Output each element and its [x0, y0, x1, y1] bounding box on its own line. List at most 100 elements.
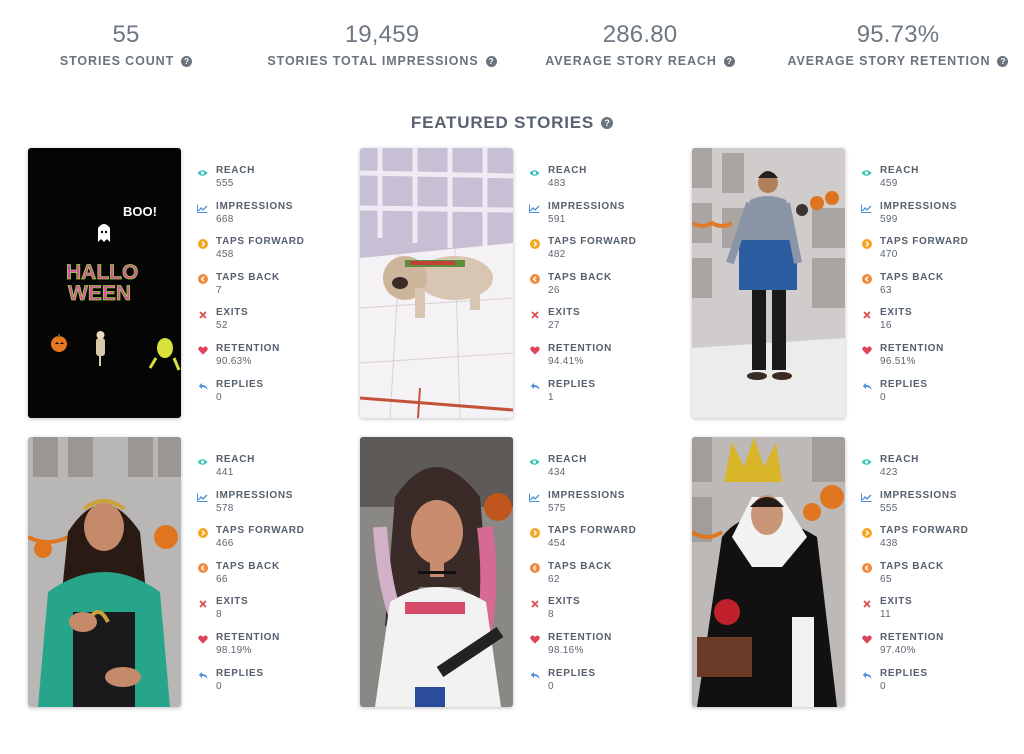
stat-taps-back: TAPS BACK 7 [196, 271, 331, 307]
kpi-value: 55 [112, 21, 140, 48]
stat-reach: REACH 441 [196, 453, 331, 489]
kpi-average-reach: 286.80 AVERAGE STORY REACH? [540, 20, 740, 68]
stat-value: 65 [880, 573, 892, 585]
reply-icon [861, 381, 872, 392]
arrow-back-icon [529, 563, 540, 574]
stat-taps-forward: TAPS FORWARD 482 [528, 235, 663, 271]
story-image-costume-harley [360, 437, 513, 707]
help-icon[interactable]: ? [997, 56, 1009, 67]
stat-taps-forward: TAPS FORWARD 470 [860, 235, 995, 271]
trend-chart-icon [529, 492, 540, 503]
stat-label: EXITS [548, 307, 581, 319]
stat-retention: RETENTION 94.41% [528, 342, 663, 378]
stat-label: REPLIES [880, 378, 928, 390]
help-icon[interactable]: ? [723, 56, 735, 67]
help-icon[interactable]: ? [485, 56, 497, 67]
stat-taps-forward: TAPS FORWARD 454 [528, 524, 663, 560]
story-thumbnail[interactable] [692, 148, 845, 418]
story-thumbnail[interactable] [28, 437, 181, 707]
story-thumbnail[interactable] [692, 437, 845, 707]
reply-icon [861, 670, 872, 681]
close-icon [861, 309, 872, 320]
stat-exits: EXITS 8 [196, 595, 331, 631]
stat-label: TAPS BACK [548, 271, 612, 283]
reply-icon [197, 381, 208, 392]
stat-replies: REPLIES 0 [196, 378, 331, 414]
stat-label: REACH [216, 165, 256, 176]
stat-taps-back: TAPS BACK 26 [528, 271, 663, 307]
arrow-forward-icon [529, 527, 540, 538]
story-thumbnail[interactable]: · [360, 148, 513, 418]
arrow-back-icon [529, 274, 540, 285]
stat-taps-back: TAPS BACK 63 [860, 271, 995, 307]
stat-impressions: IMPRESSIONS 555 [860, 489, 995, 525]
story-image-dog [360, 148, 513, 418]
stat-label: TAPS BACK [216, 271, 280, 283]
kpi-stories-count: 55 STORIES COUNT? [46, 20, 206, 68]
arrow-forward-icon [861, 238, 872, 249]
stat-label: IMPRESSIONS [216, 489, 294, 501]
stat-value: 575 [548, 502, 566, 514]
stat-replies: REPLIES 0 [528, 667, 663, 703]
stat-label: TAPS FORWARD [880, 236, 969, 248]
kpi-label: AVERAGE STORY REACH? [540, 54, 740, 68]
stat-exits: EXITS 11 [860, 595, 995, 631]
close-icon [861, 598, 872, 609]
stat-impressions: IMPRESSIONS 578 [196, 489, 331, 525]
heart-icon [197, 634, 208, 645]
stat-label: RETENTION [880, 342, 945, 354]
stat-label: IMPRESSIONS [880, 200, 958, 212]
arrow-back-icon [861, 563, 872, 574]
stat-reach: REACH 459 [860, 164, 995, 200]
stat-value: 441 [216, 467, 234, 478]
stat-label: REPLIES [216, 378, 264, 390]
stat-label: TAPS BACK [216, 560, 280, 572]
stat-label: IMPRESSIONS [880, 489, 958, 501]
stat-replies: REPLIES 0 [196, 667, 331, 703]
stat-value: 7 [216, 284, 222, 296]
stat-value: 66 [216, 573, 228, 585]
stat-label: REACH [216, 454, 256, 465]
stat-label: RETENTION [216, 631, 281, 643]
stat-value: 483 [548, 178, 566, 189]
stat-value: 668 [216, 213, 234, 225]
stat-label: IMPRESSIONS [548, 200, 626, 212]
kpi-value: 286.80 [602, 21, 678, 48]
heart-icon [861, 345, 872, 356]
stat-label: REPLIES [548, 378, 596, 390]
stat-replies: REPLIES 0 [860, 667, 995, 703]
stat-taps-back: TAPS BACK 65 [860, 560, 995, 596]
stat-label: REACH [880, 454, 920, 465]
stat-label: EXITS [216, 307, 249, 319]
stat-taps-forward: TAPS FORWARD 438 [860, 524, 995, 560]
story-image-costume-green [28, 437, 181, 707]
close-icon [197, 309, 208, 320]
help-icon[interactable]: ? [181, 56, 193, 67]
eye-icon [861, 456, 872, 467]
story-thumbnail[interactable] [360, 437, 513, 707]
story-stats: REACH 441 IMPRESSIONS 578 TAPS FORWARD 466 TAP… [196, 453, 331, 702]
story-stats: REACH 555 IMPRESSIONS 668 TAPS FORWARD 458 TAP… [196, 164, 331, 413]
story-thumbnail[interactable]: BOO! HALLO WEEN [28, 148, 181, 418]
stat-taps-back: TAPS BACK 66 [196, 560, 331, 596]
stat-value: 0 [216, 680, 222, 692]
stat-label: EXITS [548, 596, 581, 608]
stat-reach: REACH 434 [528, 453, 663, 489]
trend-chart-icon [529, 203, 540, 214]
stat-value: 96.51% [880, 355, 916, 367]
stat-label: REPLIES [880, 667, 928, 679]
stat-value: 458 [216, 249, 234, 261]
stat-reach: REACH 483 [528, 164, 663, 200]
story-stats: REACH 423 IMPRESSIONS 555 TAPS FORWARD 438 TAP… [860, 453, 995, 702]
stat-retention: RETENTION 90.63% [196, 342, 331, 378]
help-icon[interactable]: ? [601, 117, 614, 129]
stat-replies: REPLIES 1 [528, 378, 663, 414]
stat-value: 98.19% [216, 644, 252, 656]
eye-icon [197, 167, 208, 178]
stat-value: 555 [216, 178, 234, 189]
stat-value: 94.41% [548, 355, 584, 367]
close-icon [197, 598, 208, 609]
stat-exits: EXITS 16 [860, 306, 995, 342]
eye-icon [529, 456, 540, 467]
stat-label: RETENTION [880, 631, 945, 643]
